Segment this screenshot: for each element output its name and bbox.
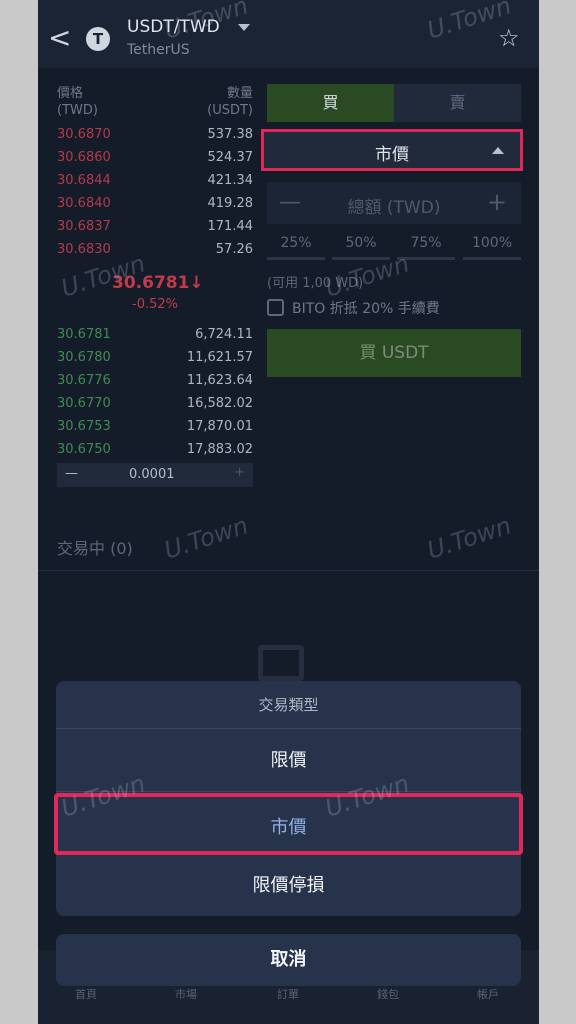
ask-price: 30.6840	[57, 196, 111, 211]
bid-row[interactable]: 30.6780 11,621.57	[57, 347, 253, 369]
ask-qty: 419.28	[207, 196, 254, 211]
ask-price: 30.6837	[57, 219, 111, 234]
ask-row[interactable]: 30.6870 537.38	[57, 124, 253, 146]
ask-row[interactable]: 30.6830 57.26	[57, 239, 253, 261]
price-change: -0.52%	[132, 297, 178, 312]
percent-100-button[interactable]: 100%	[463, 234, 521, 260]
step-value: 0.0001	[129, 467, 175, 482]
bid-price: 30.6781	[57, 327, 111, 342]
option-stop-limit[interactable]: 限價停損	[56, 855, 521, 917]
nav-item-orders[interactable]: 訂單	[248, 986, 328, 1002]
bito-discount-label: BITO 折抵 20% 手續費	[292, 301, 440, 317]
watermark: U.Town	[160, 511, 252, 565]
ask-row[interactable]: 30.6844 421.34	[57, 170, 253, 192]
favorite-star-icon[interactable]: ☆	[498, 24, 520, 52]
nav-item-account[interactable]: 帳戶	[448, 986, 528, 1002]
bid-qty: 11,623.64	[186, 373, 253, 388]
ask-qty: 421.34	[207, 173, 254, 188]
sheet-title: 交易類型	[56, 681, 521, 729]
bid-row[interactable]: 30.6753 17,870.01	[57, 416, 253, 438]
order-type-select[interactable]: 市價	[261, 129, 523, 171]
bid-row[interactable]: 30.6781 6,724.11	[57, 324, 253, 346]
back-arrow-icon[interactable]: <	[48, 24, 71, 54]
ask-price: 30.6860	[57, 150, 111, 165]
ask-row[interactable]: 30.6860 524.37	[57, 147, 253, 169]
bid-row[interactable]: 30.6750 17,883.02	[57, 439, 253, 461]
orderbook-qty-header: 數量 (USDT)	[203, 85, 253, 119]
watermark: U.Town	[423, 511, 515, 565]
bid-row[interactable]: 30.6770 16,582.02	[57, 393, 253, 415]
pair-subtitle: TetherUS	[127, 42, 190, 58]
qty-label: 數量	[226, 86, 253, 101]
bid-qty: 17,870.01	[186, 419, 253, 434]
bid-price: 30.6776	[57, 373, 111, 388]
bid-qty: 6,724.11	[195, 327, 253, 342]
step-minus-button[interactable]: —	[65, 466, 78, 481]
open-orders-title[interactable]: 交易中 (0)	[57, 535, 133, 559]
side-tabs: 買 賣	[267, 84, 521, 122]
price-step-stepper: — 0.0001 +	[57, 463, 253, 487]
price-unit: (TWD)	[57, 103, 98, 118]
tab-buy[interactable]: 買	[267, 84, 394, 122]
tether-coin-icon: T	[86, 27, 110, 51]
ask-row[interactable]: 30.6837 171.44	[57, 216, 253, 238]
divider	[38, 570, 539, 571]
total-amount-field[interactable]: — 總額 (TWD) +	[267, 182, 521, 224]
nav-item-home[interactable]: 首頁	[46, 986, 126, 1002]
bid-price: 30.6750	[57, 442, 111, 457]
nav-item-market[interactable]: 市場	[146, 986, 226, 1002]
orderbook-price-header: 價格 (TWD)	[57, 85, 98, 119]
empty-orders-icon	[258, 645, 304, 681]
ask-qty: 171.44	[207, 219, 254, 234]
amount-plus-button[interactable]: +	[487, 188, 507, 216]
bid-price: 30.6770	[57, 396, 111, 411]
nav-item-wallet[interactable]: 錢包	[348, 986, 428, 1002]
order-type-value: 市價	[375, 145, 409, 165]
amount-placeholder: 總額 (TWD)	[347, 198, 441, 218]
qty-unit: (USDT)	[207, 103, 253, 118]
ask-qty: 524.37	[207, 150, 254, 165]
bid-row[interactable]: 30.6776 11,623.64	[57, 370, 253, 392]
cancel-button[interactable]: 取消	[56, 934, 521, 986]
tab-sell[interactable]: 賣	[394, 84, 521, 122]
ask-row[interactable]: 30.6840 419.28	[57, 193, 253, 215]
price-label: 價格	[57, 86, 84, 101]
chevron-down-icon[interactable]	[238, 24, 250, 31]
ask-price: 30.6830	[57, 242, 111, 257]
bid-price: 30.6753	[57, 419, 111, 434]
bid-price: 30.6780	[57, 350, 111, 365]
ask-qty: 537.38	[207, 127, 254, 142]
bito-discount-option[interactable]: BITO 折抵 20% 手續費	[267, 298, 440, 318]
bid-qty: 11,621.57	[186, 350, 253, 365]
buy-usdt-button[interactable]: 買 USDT	[267, 329, 521, 377]
bid-qty: 16,582.02	[186, 396, 253, 411]
app-screen: < T USDT/TWD TetherUS ☆ 價格 (TWD) 數量 (USD…	[38, 0, 539, 1024]
chevron-up-icon	[492, 147, 504, 154]
ask-price: 30.6870	[57, 127, 111, 142]
step-plus-button[interactable]: +	[234, 465, 245, 480]
bid-qty: 17,883.02	[186, 442, 253, 457]
ask-price: 30.6844	[57, 173, 111, 188]
percent-25-button[interactable]: 25%	[267, 234, 325, 260]
checkbox[interactable]	[267, 299, 284, 316]
ask-qty: 57.26	[215, 242, 253, 257]
